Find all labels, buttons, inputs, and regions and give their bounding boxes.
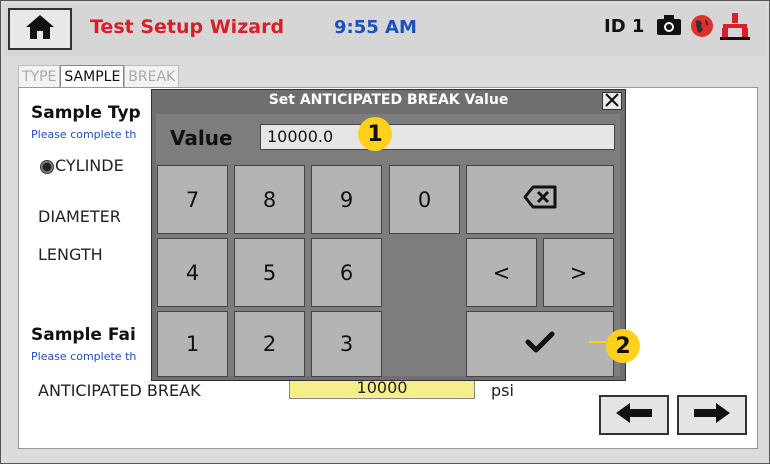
arrow-right-icon [692, 402, 732, 428]
key-1[interactable]: 1 [157, 311, 228, 377]
tab-break[interactable]: BREAK [124, 65, 180, 88]
backspace-button[interactable] [466, 165, 614, 234]
key-6[interactable]: 6 [311, 238, 382, 307]
globe-icon[interactable] [690, 14, 714, 42]
network-icon[interactable] [720, 12, 750, 44]
home-icon [25, 14, 55, 44]
checkmark-icon [525, 330, 555, 359]
arrow-left-icon [614, 402, 654, 428]
sample-type-note: Please complete th [31, 128, 137, 141]
key-8[interactable]: 8 [234, 165, 305, 234]
confirm-button[interactable] [466, 311, 614, 377]
close-icon [605, 92, 619, 111]
key-4[interactable]: 4 [157, 238, 228, 307]
tab-sample[interactable]: SAMPLE [60, 65, 125, 88]
callout-marker-2: 2 [606, 329, 640, 363]
dialog-close-button[interactable] [602, 92, 622, 110]
anticipated-break-label: ANTICIPATED BREAK [38, 381, 201, 400]
header-bar: Test Setup Wizard 9:55 AM ID 1 [4, 4, 766, 56]
device-id: ID 1 [604, 16, 645, 37]
tab-bar: TYPE SAMPLE BREAK [18, 65, 180, 88]
key-3[interactable]: 3 [311, 311, 382, 377]
next-button[interactable] [677, 395, 747, 435]
cylinder-option-label: CYLINDE [55, 156, 124, 175]
key-7[interactable]: 7 [157, 165, 228, 234]
dialog-title: Set ANTICIPATED BREAK Value [268, 92, 509, 108]
key-9[interactable]: 9 [311, 165, 382, 234]
sample-failure-note: Please complete th [31, 350, 137, 363]
cursor-right-button[interactable]: > [543, 238, 614, 307]
wizard-title: Test Setup Wizard [90, 16, 285, 38]
key-5[interactable]: 5 [234, 238, 305, 307]
value-input[interactable]: 10000.0 [260, 124, 615, 150]
app-window: Test Setup Wizard 9:55 AM ID 1 TYPE SAMP… [0, 0, 770, 464]
callout-marker-1: 1 [358, 117, 392, 151]
backspace-icon [523, 185, 557, 214]
sample-failure-heading: Sample Fai [31, 325, 136, 345]
back-button[interactable] [599, 395, 669, 435]
cursor-left-button[interactable]: < [466, 238, 537, 307]
length-label: LENGTH [38, 245, 103, 264]
sample-type-heading: Sample Typ [31, 103, 141, 123]
home-button[interactable] [8, 8, 72, 50]
key-0[interactable]: 0 [389, 165, 460, 234]
cylinder-radio[interactable] [40, 160, 54, 174]
camera-icon[interactable] [656, 14, 682, 40]
value-label: Value [170, 126, 233, 150]
psi-unit: psi [491, 381, 514, 400]
clock-time: 9:55 AM [334, 17, 417, 38]
tab-type[interactable]: TYPE [18, 65, 61, 88]
diameter-label: DIAMETER [38, 207, 121, 226]
key-2[interactable]: 2 [234, 311, 305, 377]
